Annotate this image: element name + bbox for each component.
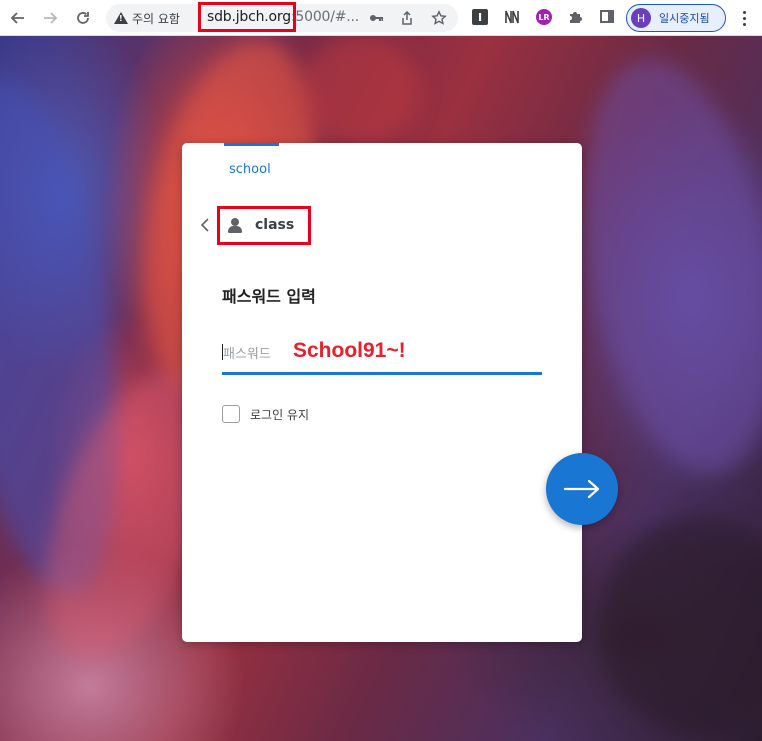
tab-indicator <box>224 143 279 146</box>
keep-login-option[interactable]: 로그인 유지 <box>222 404 309 424</box>
puzzle-icon[interactable] <box>567 9 583 25</box>
password-annotation: School91~! <box>293 339 406 362</box>
keep-login-checkbox[interactable] <box>222 405 240 423</box>
url-highlight-box <box>198 2 296 32</box>
arrow-right-icon <box>564 479 600 499</box>
warning-icon <box>114 12 128 24</box>
browser-toolbar: 주의 요함 sdb.jbch.org:5000/#... I LR H 일시중지… <box>0 0 762 36</box>
instapaper-icon[interactable]: I <box>472 9 488 25</box>
security-warning-label: 주의 요함 <box>132 11 180 26</box>
address-bar[interactable]: 주의 요함 sdb.jbch.org:5000/#... <box>106 2 458 32</box>
forward-arrow-icon[interactable] <box>39 7 61 29</box>
profile-button[interactable]: H 일시중지됨 <box>626 4 726 32</box>
share-icon[interactable] <box>399 10 415 26</box>
back-chevron-icon[interactable] <box>200 217 210 238</box>
notion-icon[interactable] <box>504 9 520 25</box>
account-label: class <box>255 217 295 233</box>
next-button[interactable] <box>546 453 618 525</box>
side-panel-icon[interactable] <box>600 10 614 23</box>
security-warning[interactable]: 주의 요함 <box>114 10 180 26</box>
key-icon[interactable] <box>368 10 384 26</box>
lr-icon[interactable]: LR <box>536 9 552 25</box>
page-title: 패스워드 입력 <box>222 287 316 306</box>
bookmark-star-icon[interactable] <box>431 10 447 26</box>
keep-login-label: 로그인 유지 <box>250 407 310 422</box>
kebab-menu-icon[interactable] <box>736 8 752 28</box>
back-arrow-icon[interactable] <box>7 7 29 29</box>
login-card: school class 패스워드 입력 School91~! 로그인 유지 <box>182 143 582 642</box>
text-caret <box>222 344 223 360</box>
profile-status-label: 일시중지됨 <box>659 12 710 25</box>
reload-icon[interactable] <box>72 7 94 29</box>
user-icon <box>227 218 243 234</box>
url-rest: :5000/#... <box>290 9 360 25</box>
tab-school[interactable]: school <box>229 162 271 177</box>
avatar: H <box>631 8 651 28</box>
